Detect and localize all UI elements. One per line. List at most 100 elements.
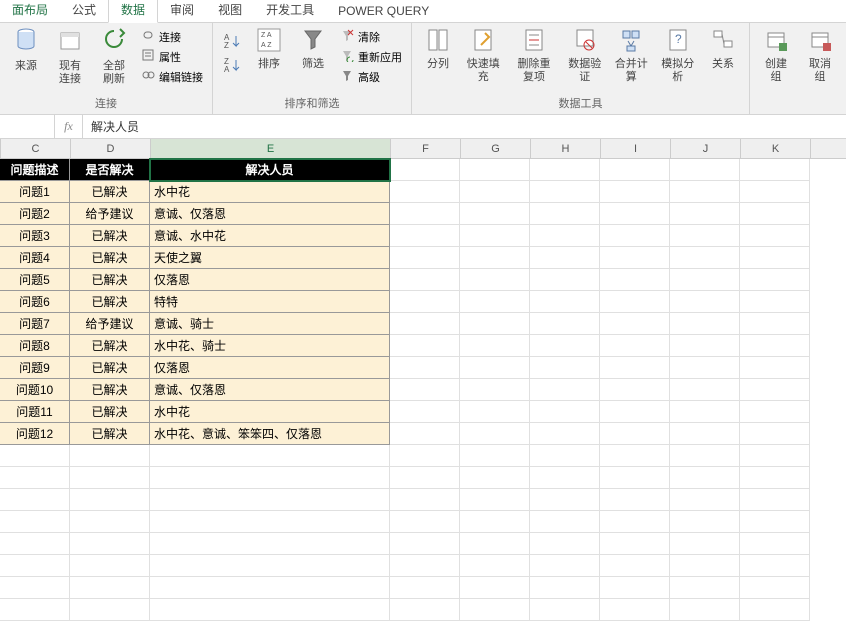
col-header-d[interactable]: D	[71, 139, 151, 158]
cell[interactable]	[530, 555, 600, 577]
properties-button[interactable]: 属性	[138, 47, 206, 66]
header-desc[interactable]: 问题描述	[0, 159, 70, 181]
cell[interactable]	[530, 533, 600, 555]
cell[interactable]	[530, 291, 600, 313]
cell[interactable]	[70, 555, 150, 577]
cell[interactable]	[600, 511, 670, 533]
cell[interactable]	[70, 599, 150, 621]
cell-people[interactable]: 水中花	[150, 401, 390, 423]
cell[interactable]	[460, 599, 530, 621]
cell[interactable]	[530, 423, 600, 445]
cell-people[interactable]: 意诚、骑士	[150, 313, 390, 335]
cell[interactable]	[670, 269, 740, 291]
cell-solved[interactable]: 已解决	[70, 291, 150, 313]
cell[interactable]	[740, 577, 810, 599]
cell[interactable]	[460, 269, 530, 291]
cell-people[interactable]: 意诚、水中花	[150, 225, 390, 247]
cell-desc[interactable]: 问题6	[0, 291, 70, 313]
col-header-g[interactable]: G	[461, 139, 531, 158]
cell-people[interactable]: 意诚、仅落恩	[150, 379, 390, 401]
cell[interactable]	[530, 379, 600, 401]
cell-desc[interactable]: 问题8	[0, 335, 70, 357]
cell[interactable]	[600, 379, 670, 401]
cell[interactable]	[530, 159, 600, 181]
cell[interactable]	[150, 577, 390, 599]
consolidate-button[interactable]: 合并计算	[610, 25, 652, 85]
clear-button[interactable]: 清除	[337, 27, 405, 46]
tab-data[interactable]: 数据	[108, 0, 158, 23]
cell[interactable]	[600, 467, 670, 489]
cell[interactable]	[530, 599, 600, 621]
cell[interactable]	[70, 511, 150, 533]
whatif-button[interactable]: ? 模拟分析	[657, 25, 699, 85]
cell[interactable]	[390, 181, 460, 203]
fx-icon[interactable]: fx	[55, 115, 83, 138]
cell[interactable]	[600, 401, 670, 423]
cell[interactable]	[600, 357, 670, 379]
cell[interactable]	[460, 511, 530, 533]
cell[interactable]	[390, 203, 460, 225]
cell[interactable]	[150, 489, 390, 511]
cell[interactable]	[530, 335, 600, 357]
cell[interactable]	[530, 489, 600, 511]
cell[interactable]	[390, 489, 460, 511]
col-header-h[interactable]: H	[531, 139, 601, 158]
cell[interactable]	[740, 467, 810, 489]
cell[interactable]	[460, 357, 530, 379]
cell[interactable]	[670, 489, 740, 511]
cell[interactable]	[390, 291, 460, 313]
cell[interactable]	[740, 599, 810, 621]
cell[interactable]	[740, 423, 810, 445]
existing-conn-button[interactable]: 现有连接	[50, 25, 90, 87]
cell[interactable]	[70, 445, 150, 467]
tab-view[interactable]: 视图	[206, 0, 254, 22]
cell-solved[interactable]: 给予建议	[70, 313, 150, 335]
cell[interactable]	[670, 401, 740, 423]
cell[interactable]	[390, 599, 460, 621]
cell[interactable]	[600, 335, 670, 357]
removedup-button[interactable]: 删除重复项	[508, 25, 559, 85]
cell-solved[interactable]: 给予建议	[70, 203, 150, 225]
cell[interactable]	[390, 379, 460, 401]
cell[interactable]	[0, 577, 70, 599]
tab-review[interactable]: 审阅	[158, 0, 206, 22]
cell[interactable]	[670, 467, 740, 489]
cell[interactable]	[600, 203, 670, 225]
cell-solved[interactable]: 已解决	[70, 357, 150, 379]
cell[interactable]	[670, 159, 740, 181]
cell[interactable]	[530, 511, 600, 533]
cell-solved[interactable]: 已解决	[70, 401, 150, 423]
cell[interactable]	[530, 203, 600, 225]
cell-desc[interactable]: 问题11	[0, 401, 70, 423]
cell[interactable]	[740, 225, 810, 247]
cell-desc[interactable]: 问题2	[0, 203, 70, 225]
col-header-k[interactable]: K	[741, 139, 811, 158]
connections-button[interactable]: 连接	[138, 27, 206, 46]
cell[interactable]	[530, 401, 600, 423]
cell[interactable]	[0, 599, 70, 621]
cell[interactable]	[460, 225, 530, 247]
cell-solved[interactable]: 已解决	[70, 379, 150, 401]
cell[interactable]	[150, 599, 390, 621]
cell[interactable]	[0, 467, 70, 489]
filter-button[interactable]: 筛选	[293, 25, 333, 73]
cell[interactable]	[0, 555, 70, 577]
datavalid-button[interactable]: 数据验证	[564, 25, 606, 85]
cell-people[interactable]: 仅落恩	[150, 269, 390, 291]
cell[interactable]	[530, 313, 600, 335]
cell[interactable]	[740, 313, 810, 335]
cell[interactable]	[740, 181, 810, 203]
refresh-all-button[interactable]: 全部刷新	[94, 25, 134, 87]
cell[interactable]	[150, 467, 390, 489]
sort-button[interactable]: Z AA Z 排序	[249, 25, 289, 73]
tab-powerquery[interactable]: POWER QUERY	[326, 1, 441, 22]
cell[interactable]	[0, 533, 70, 555]
cell[interactable]	[530, 181, 600, 203]
cell[interactable]	[70, 533, 150, 555]
cell[interactable]	[390, 577, 460, 599]
cell[interactable]	[600, 577, 670, 599]
cell[interactable]	[460, 467, 530, 489]
cell-solved[interactable]: 已解决	[70, 269, 150, 291]
cell[interactable]	[460, 203, 530, 225]
cell[interactable]	[530, 247, 600, 269]
